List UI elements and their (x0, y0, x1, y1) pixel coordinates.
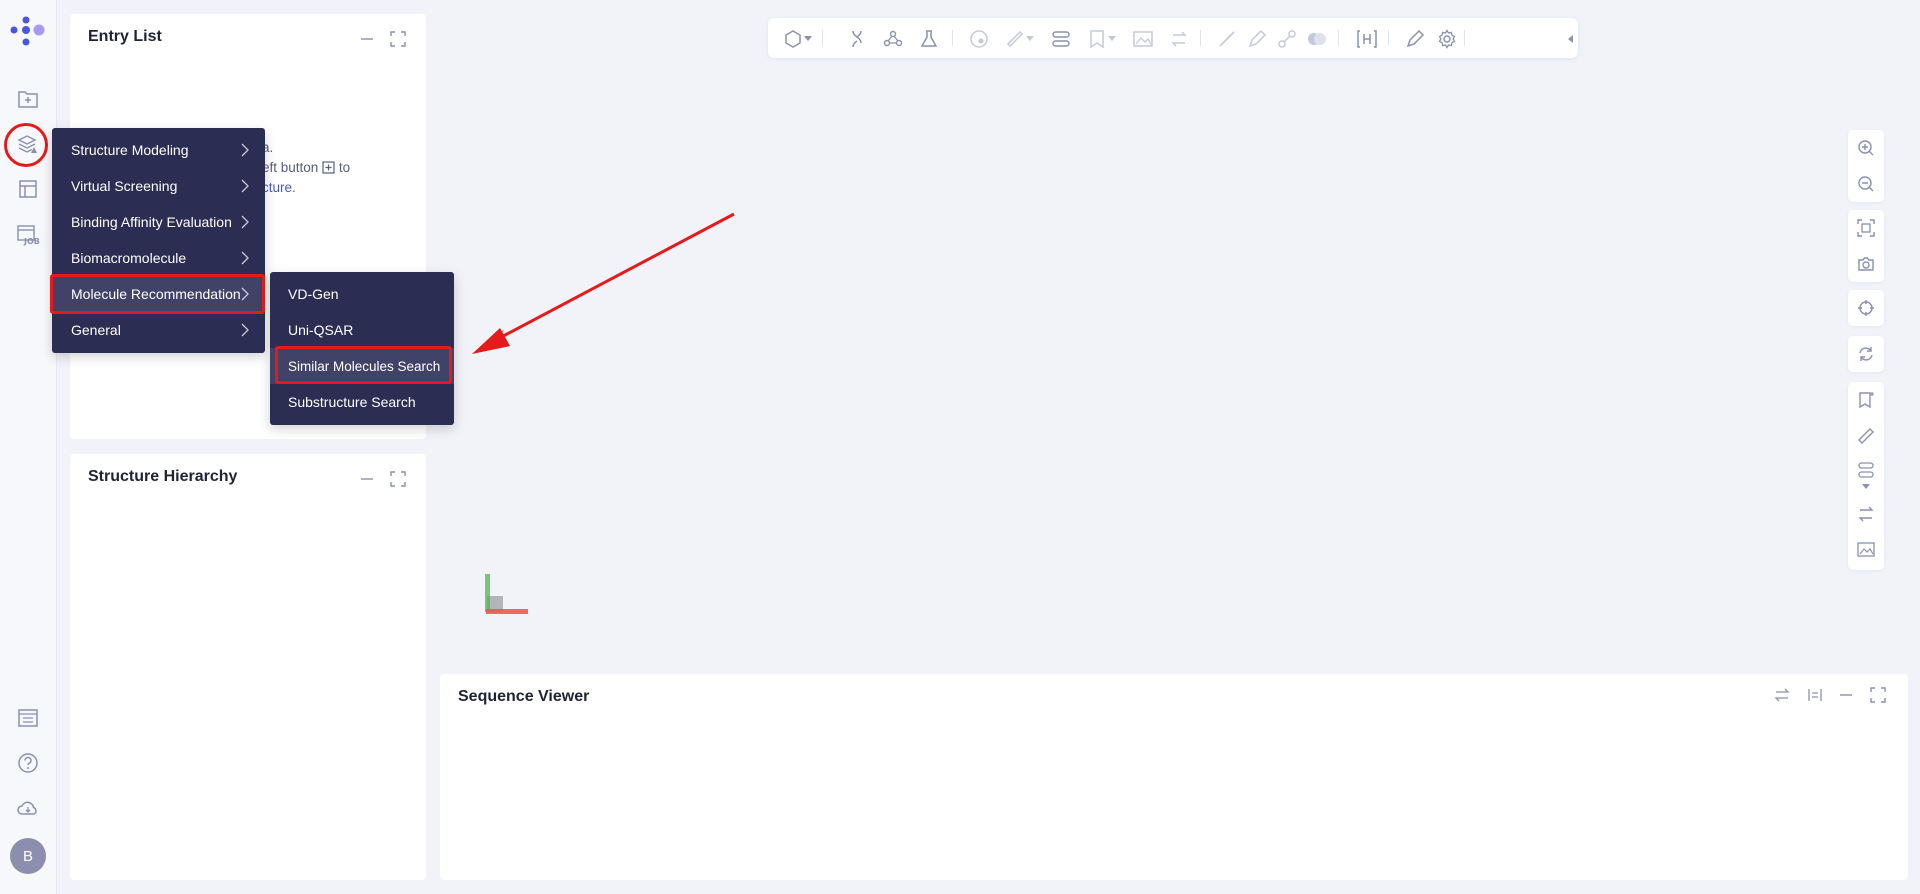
maximize-icon[interactable] (1869, 686, 1887, 704)
surface-icon[interactable] (1306, 28, 1328, 50)
line-icon[interactable] (1216, 28, 1238, 50)
entry-list-hint: a. eft button to cture. (262, 138, 350, 198)
menu-item-biomacromolecule[interactable]: Biomacromolecule (52, 240, 265, 276)
hint-line-1: a. (262, 140, 274, 155)
minimize-icon[interactable] (358, 470, 376, 488)
dna-icon[interactable] (846, 28, 868, 50)
annotation-arrow (470, 210, 740, 360)
sequence-icon[interactable] (1050, 28, 1072, 50)
job-icon[interactable]: JOB (14, 221, 42, 249)
ruler-icon[interactable] (1004, 28, 1026, 50)
svg-text:JOB: JOB (23, 237, 40, 246)
avatar[interactable]: B (10, 838, 46, 874)
help-icon[interactable] (14, 749, 42, 777)
caret-down-icon[interactable] (1024, 28, 1036, 50)
chevron-right-icon (239, 251, 251, 265)
selected-item-highlight (50, 274, 265, 314)
chevron-right-icon (239, 215, 251, 229)
submenu-item-substructure-search[interactable]: Substructure Search (270, 384, 454, 420)
add-folder-icon (322, 161, 335, 174)
panel-title: Sequence Viewer (458, 688, 590, 705)
maximize-icon[interactable] (389, 470, 407, 488)
hint-line-2-end: to (338, 160, 351, 175)
view-tools (1848, 210, 1884, 282)
chevron-right-icon (239, 143, 251, 157)
chevron-right-icon (239, 323, 251, 337)
axis-gizmo (482, 572, 532, 616)
swap-icon[interactable] (1168, 28, 1190, 50)
edit-icon[interactable] (1404, 28, 1426, 50)
molecule-icon[interactable] (882, 28, 904, 50)
camera-icon[interactable] (1856, 254, 1876, 274)
image-icon[interactable] (1856, 540, 1876, 560)
table-icon[interactable] (14, 175, 42, 203)
align-icon[interactable] (1806, 686, 1824, 704)
hexagon-icon[interactable] (782, 28, 804, 50)
link-icon[interactable] (1276, 28, 1298, 50)
hint-line-2-text: eft button (262, 160, 319, 175)
sequence-icon[interactable] (1856, 460, 1876, 480)
submenu-item-vd-gen[interactable]: VD-Gen (270, 276, 454, 312)
rotate-tool (1848, 336, 1884, 372)
hint-link[interactable]: cture. (262, 180, 296, 195)
fit-view-icon[interactable] (1856, 218, 1876, 238)
hint-line-2: eft button to (262, 158, 350, 178)
swap-icon[interactable] (1773, 686, 1791, 704)
annotation-tools (1848, 382, 1884, 570)
minimize-icon[interactable] (1837, 686, 1855, 704)
menu-item-binding-affinity[interactable]: Binding Affinity Evaluation (52, 204, 265, 240)
flask-icon[interactable] (918, 28, 940, 50)
zoom-tools (1848, 130, 1884, 202)
target-icon[interactable] (968, 28, 990, 50)
center-tool (1848, 290, 1884, 326)
swap-icon[interactable] (1856, 504, 1876, 524)
list-icon[interactable] (14, 704, 42, 732)
crosshair-icon[interactable] (1856, 298, 1876, 318)
collapse-left-icon[interactable] (1564, 28, 1576, 50)
menu-item-virtual-screening[interactable]: Virtual Screening (52, 168, 265, 204)
maximize-icon[interactable] (389, 30, 407, 48)
minimize-icon[interactable] (358, 30, 376, 48)
caret-down-icon[interactable] (1856, 482, 1876, 492)
cloud-icon[interactable] (14, 794, 42, 822)
settings-gear-icon[interactable] (1436, 28, 1458, 50)
pen-icon[interactable] (1246, 28, 1268, 50)
target-item-highlight (275, 346, 452, 384)
left-rail: JOB B (0, 0, 57, 894)
caret-down-icon[interactable] (802, 28, 814, 50)
caret-down-icon[interactable] (1106, 28, 1118, 50)
hydrogen-icon[interactable] (1356, 28, 1378, 50)
app-logo-icon (9, 14, 47, 52)
chevron-right-icon (239, 179, 251, 193)
rotate-icon[interactable] (1856, 344, 1876, 364)
new-folder-icon[interactable] (14, 85, 42, 113)
structure-hierarchy-panel: Structure Hierarchy (70, 454, 426, 880)
viewer-toolbar (768, 18, 1578, 58)
panel-title: Entry List (88, 28, 162, 45)
bookmark-add-icon[interactable] (1856, 390, 1876, 410)
sequence-viewer-panel: Sequence Viewer (440, 674, 1908, 880)
menu-item-structure-modeling[interactable]: Structure Modeling (52, 132, 265, 168)
menu-item-general[interactable]: General (52, 312, 265, 348)
apps-icon-highlight (4, 123, 48, 167)
apps-menu: Structure Modeling Virtual Screening Bin… (52, 128, 265, 353)
panel-title: Structure Hierarchy (88, 468, 238, 485)
ruler-icon[interactable] (1856, 426, 1876, 446)
submenu-item-uni-qsar[interactable]: Uni-QSAR (270, 312, 454, 348)
bookmark-icon[interactable] (1086, 28, 1108, 50)
image-icon[interactable] (1132, 28, 1154, 50)
zoom-in-icon[interactable] (1856, 138, 1876, 158)
zoom-out-icon[interactable] (1856, 174, 1876, 194)
